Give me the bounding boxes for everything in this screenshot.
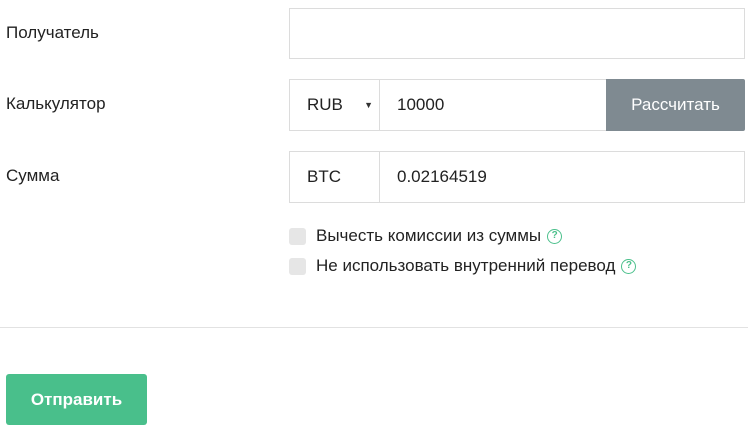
amount-input[interactable]: 10000 <box>379 79 607 131</box>
submit-button[interactable]: Отправить <box>6 374 147 425</box>
currency-select-value: RUB <box>307 95 343 114</box>
no-internal-transfer-label: Не использовать внутренний перевод <box>316 256 616 275</box>
deduct-fees-checkbox[interactable] <box>289 227 306 245</box>
calculate-button[interactable]: Рассчитать <box>606 79 745 131</box>
recipient-label: Получатель <box>6 23 99 42</box>
send-form: Получатель Калькулятор RUB ▼ 10000 Рассч… <box>0 0 748 430</box>
deduct-fees-label: Вычесть комиссии из суммы <box>316 226 542 245</box>
calculator-label: Калькулятор <box>6 94 106 113</box>
recipient-input[interactable] <box>289 8 745 59</box>
currency-select[interactable]: RUB ▼ <box>289 79 380 131</box>
help-icon[interactable]: ? <box>621 258 637 274</box>
caret-down-icon: ▼ <box>364 100 373 110</box>
help-icon[interactable]: ? <box>547 228 563 244</box>
sum-value-field[interactable]: 0.02164519 <box>379 151 745 203</box>
sum-currency: BTC <box>289 151 380 203</box>
option-deduct-fees[interactable]: Вычесть комиссии из суммы ? <box>289 226 563 246</box>
divider <box>0 327 748 328</box>
no-internal-transfer-checkbox[interactable] <box>289 257 306 275</box>
option-no-internal-transfer[interactable]: Не использовать внутренний перевод ? <box>289 256 637 276</box>
sum-label: Сумма <box>6 166 60 185</box>
